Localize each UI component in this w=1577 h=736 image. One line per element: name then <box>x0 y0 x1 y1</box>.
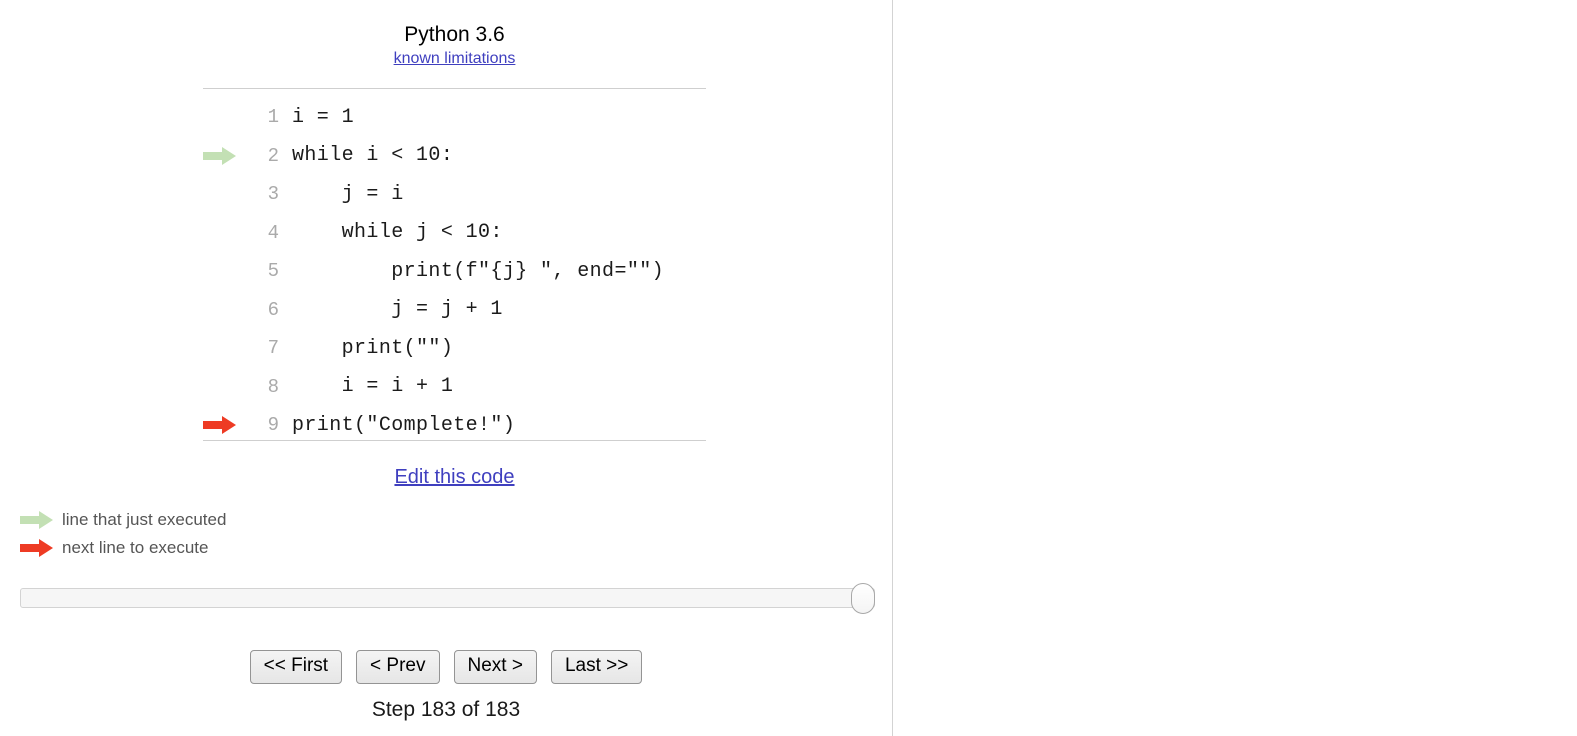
code-line-arrow-slot <box>203 98 257 137</box>
next-step-button[interactable]: Next > <box>453 650 537 684</box>
legend-row-next-line: next line to execute <box>20 534 226 562</box>
code-line: 3 j = i <box>203 175 706 214</box>
code-line: 6 j = j + 1 <box>203 291 706 330</box>
code-line-number: 4 <box>267 221 279 244</box>
execution-arrow-legend: line that just executed next line to exe… <box>20 506 226 562</box>
code-and-controls-pane: Python 3.6 known limitations 1 i = 1 2 whil… <box>0 0 892 736</box>
code-line-number: 5 <box>267 260 279 283</box>
last-step-button[interactable]: Last >> <box>550 650 643 684</box>
pane-divider <box>892 0 893 736</box>
code-line-arrow-slot <box>203 175 257 214</box>
code-line-text: j = i <box>292 182 404 206</box>
code-line-text: print("") <box>292 336 454 360</box>
code-line-text: print("Complete!") <box>292 413 516 437</box>
red-arrow-icon <box>203 406 257 445</box>
edit-this-code-link[interactable]: Edit this code <box>203 466 706 489</box>
red-arrow-icon <box>20 539 54 557</box>
code-line-number: 9 <box>267 414 279 437</box>
execution-step-slider[interactable] <box>20 583 875 614</box>
code-line-arrow-slot <box>203 252 257 291</box>
code-line: 9 print("Complete!") <box>203 406 706 445</box>
code-header: Python 3.6 known limitations <box>203 22 706 68</box>
code-line-number: 2 <box>267 144 279 167</box>
green-arrow-icon <box>203 137 257 176</box>
code-line: 7 print("") <box>203 329 706 368</box>
code-line: 5 print(f"{j} ", end="") <box>203 252 706 291</box>
code-line: 2 while i < 10: <box>203 137 706 176</box>
code-line-number: 1 <box>267 106 279 129</box>
code-line-number: 7 <box>267 337 279 360</box>
first-step-button[interactable]: << First <box>249 650 343 684</box>
slider-handle[interactable] <box>851 583 875 614</box>
step-counter-label: Step 183 of 183 <box>371 698 521 721</box>
navigation-button-row: << First < Prev Next > Last >> <box>0 650 892 684</box>
legend-row-just-executed: line that just executed <box>20 506 226 534</box>
code-line-text: print(f"{j} ", end="") <box>292 259 665 283</box>
code-line-text: j = j + 1 <box>292 298 503 322</box>
code-line-arrow-slot <box>203 329 257 368</box>
code-line-text: while i < 10: <box>292 144 454 168</box>
legend-label-next-line: next line to execute <box>62 538 209 557</box>
green-arrow-icon <box>20 511 54 529</box>
code-line: 1 i = 1 <box>203 98 706 137</box>
code-listing: 1i = 1 2 while i < 10: 3 j = i4 while j < 1… <box>203 98 706 445</box>
code-line: 4 while j < 10: <box>203 214 706 253</box>
code-bottom-divider <box>203 440 706 441</box>
visualization-pane: Print output (drag lower right corner to… <box>895 0 1577 736</box>
code-line-text: i = i + 1 <box>292 375 454 399</box>
code-top-divider <box>203 88 706 89</box>
code-line-text: while j < 10: <box>292 221 503 245</box>
code-line-arrow-slot <box>203 291 257 330</box>
code-line-arrow-slot <box>203 214 257 253</box>
code-line-number: 8 <box>267 375 279 398</box>
legend-label-just-executed: line that just executed <box>62 510 227 529</box>
code-line-number: 3 <box>267 183 279 206</box>
prev-step-button[interactable]: < Prev <box>356 650 440 684</box>
code-line-text: i = 1 <box>292 105 355 129</box>
code-line-arrow-slot <box>203 368 257 407</box>
slider-track[interactable] <box>20 588 875 608</box>
code-line-number: 6 <box>267 298 279 321</box>
code-line: 8 i = i + 1 <box>203 368 706 407</box>
python-version-label: Python 3.6 <box>404 23 505 46</box>
known-limitations-link[interactable]: known limitations <box>394 50 516 68</box>
